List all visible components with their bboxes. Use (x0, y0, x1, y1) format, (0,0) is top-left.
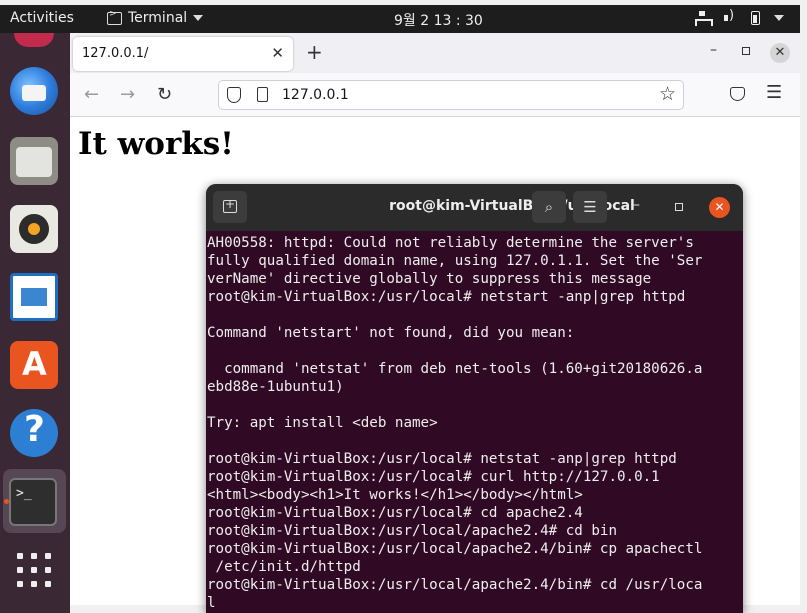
ubuntu-software-icon[interactable] (10, 341, 58, 389)
url-bar[interactable]: 127.0.0.1 ☆ (218, 80, 684, 110)
star-icon[interactable]: ☆ (659, 83, 676, 105)
system-tray[interactable] (695, 8, 784, 26)
hamburger-menu-icon[interactable]: ☰ (573, 191, 607, 223)
app-menu-button[interactable]: Terminal (107, 9, 204, 26)
files-icon[interactable] (10, 137, 58, 185)
terminal-line: root@kim-VirtualBox:/usr/local/apache2.4… (207, 577, 703, 593)
tab-title: 127.0.0.1/ (82, 46, 149, 61)
close-icon[interactable]: ✕ (271, 44, 284, 62)
minimize-button[interactable]: – (710, 42, 717, 58)
terminal-line: root@kim-VirtualBox:/usr/local# cd apach… (207, 505, 583, 521)
app-menu-label: Terminal (128, 10, 188, 26)
reload-icon[interactable]: ↻ (157, 84, 172, 105)
top-bar: Activities Terminal 9월 2 13 : 30 (0, 5, 800, 33)
terminal-line: l (207, 595, 216, 611)
browser-tab[interactable]: 127.0.0.1/ ✕ (73, 37, 293, 71)
search-icon[interactable]: ⌕ (532, 191, 566, 223)
terminal-line: command 'netstat' from deb net-tools (1.… (207, 361, 703, 377)
arrow-left-icon[interactable]: ← (84, 84, 99, 105)
page-icon[interactable] (257, 87, 268, 102)
terminal-output[interactable]: AH00558: httpd: Could not reliably deter… (207, 234, 740, 612)
terminal-line: Command 'netstart' not found, did you me… (207, 325, 575, 341)
clock[interactable]: 9월 2 13 : 30 (394, 10, 483, 30)
terminal-line: fully qualified domain name, using 127.0… (207, 253, 703, 269)
terminal-line: root@kim-VirtualBox:/usr/local/apache2.4… (207, 523, 617, 539)
chevron-down-icon (774, 15, 784, 21)
terminal-line: Try: apt install <deb name> (207, 415, 438, 431)
shield-icon[interactable] (227, 87, 241, 103)
terminal-line: <html><body><h1>It works!</h1></body></h… (207, 487, 583, 503)
help-icon[interactable] (10, 409, 58, 457)
terminal-window: root@kim-VirtualBox: /usr/local ⌕ ☰ – ✕ … (206, 184, 743, 613)
hamburger-menu-icon[interactable]: ☰ (766, 82, 782, 103)
terminal-line: root@kim-VirtualBox:/usr/local# netstat … (207, 451, 677, 467)
maximize-button[interactable] (742, 47, 750, 55)
terminal-icon (107, 9, 122, 25)
activities-button[interactable]: Activities (10, 10, 74, 26)
rhythmbox-icon[interactable] (10, 205, 58, 253)
maximize-button[interactable] (675, 203, 683, 211)
volume-icon (723, 8, 737, 25)
libreoffice-writer-icon[interactable] (10, 273, 58, 321)
window-close-button[interactable]: ✕ (770, 43, 790, 63)
terminal-line: AH00558: httpd: Could not reliably deter… (207, 235, 694, 251)
terminal-icon[interactable] (9, 478, 57, 526)
thunderbird-icon[interactable] (10, 67, 58, 115)
minimize-button[interactable]: – (633, 197, 640, 213)
close-icon[interactable]: ✕ (709, 197, 730, 218)
chevron-down-icon (193, 15, 204, 21)
terminal-header-bar[interactable]: root@kim-VirtualBox: /usr/local ⌕ ☰ – ✕ (206, 184, 743, 231)
terminal-line: ebd88e-1ubuntu1) (207, 379, 344, 395)
battery-icon (751, 11, 760, 25)
pocket-icon[interactable] (730, 87, 745, 101)
terminal-line: root@kim-VirtualBox:/usr/local# netstart… (207, 289, 686, 305)
terminal-line: root@kim-VirtualBox:/usr/local/apache2.4… (207, 541, 703, 557)
terminal-line: /etc/init.d/httpd (207, 559, 361, 575)
arrow-right-icon[interactable]: → (120, 84, 135, 105)
tab-bar: 127.0.0.1/ ✕ + – ✕ (70, 33, 800, 73)
page-heading: It works! (78, 126, 234, 162)
terminal-title: root@kim-VirtualBox: /usr/local (389, 198, 635, 214)
network-icon (695, 11, 713, 26)
show-applications-icon[interactable] (17, 553, 51, 587)
navigation-bar: ← → ↻ 127.0.0.1 ☆ ☰ (70, 73, 800, 117)
url-text[interactable]: 127.0.0.1 (282, 87, 349, 103)
terminal-line: verName' directive globally to suppress … (207, 271, 652, 287)
firefox-icon[interactable] (14, 33, 54, 47)
dock (0, 33, 70, 613)
new-tab-button[interactable]: + (306, 40, 323, 64)
terminal-line: root@kim-VirtualBox:/usr/local# curl htt… (207, 469, 660, 485)
